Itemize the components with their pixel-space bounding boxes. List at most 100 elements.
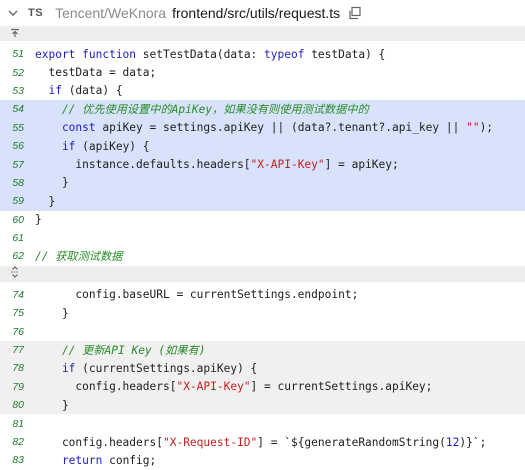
code-token: apiKey = settings.apiKey || (data?.tenan…: [95, 121, 467, 135]
code-token: "X-API-Key": [250, 158, 325, 172]
code-text: }: [35, 307, 69, 320]
code-text: const apiKey = settings.apiKey || (data?…: [35, 121, 493, 134]
code-text: if (apiKey) {: [35, 140, 150, 153]
code-token: testData) {: [304, 47, 386, 61]
code-text: config.headers["X-API-Key"] = currentSet…: [35, 380, 432, 393]
code-token: testData = data;: [35, 66, 157, 80]
code-token: (apiKey) {: [75, 139, 150, 153]
expand-up-icon: [10, 25, 20, 43]
code-token: "X-API-Key": [176, 380, 251, 394]
line-number[interactable]: 58: [0, 177, 35, 189]
code-token: // 优先使用设置中的ApiKey，如果没有则使用测试数据中的: [35, 103, 369, 117]
code-text: if (currentSettings.apiKey) {: [35, 362, 257, 375]
code-token: // 获取测试数据: [35, 250, 123, 264]
code-token: instance.defaults.headers[: [35, 158, 251, 172]
code-text: }: [35, 213, 42, 226]
code-token: (currentSettings.apiKey) {: [75, 361, 258, 375]
code-line: 75 }: [0, 304, 525, 322]
code-line: 56 if (apiKey) {: [0, 136, 525, 156]
code-text: instance.defaults.headers["X-API-Key"] =…: [35, 158, 398, 172]
code-line: 61: [0, 229, 525, 247]
line-number[interactable]: 78: [0, 362, 35, 374]
code-token: (data) {: [61, 84, 123, 98]
code-line: 77 // 更新API Key (如果有): [0, 340, 525, 360]
code-text: // 优先使用设置中的ApiKey，如果没有则使用测试数据中的: [35, 101, 369, 117]
copy-icon[interactable]: [348, 6, 362, 20]
line-number[interactable]: 53: [0, 85, 35, 97]
code-text: export function setTestData(data: typeof…: [35, 48, 385, 61]
line-number[interactable]: 83: [0, 454, 35, 466]
line-number[interactable]: 51: [0, 48, 35, 60]
code-token: // 更新API Key (如果有): [35, 344, 206, 358]
collapse-chevron-icon[interactable]: [7, 7, 19, 19]
line-number[interactable]: 80: [0, 399, 35, 411]
code-line: 74 config.baseURL = currentSettings.endp…: [0, 286, 525, 304]
line-number[interactable]: 61: [0, 232, 35, 244]
repo-name[interactable]: Tencent/WeKnora: [55, 5, 166, 21]
expand-both-icon: [10, 265, 20, 283]
expand-hidden-lines-button[interactable]: [0, 265, 525, 283]
code-token: config.headers[: [35, 380, 177, 394]
code-token: }: [35, 398, 69, 412]
code-line: 51 export function setTestData(data: type…: [0, 45, 525, 63]
code-line: 76: [0, 322, 525, 340]
line-number[interactable]: 77: [0, 344, 35, 356]
code-token: ] = currentSettings.apiKey;: [250, 380, 433, 394]
code-line: 53 if (data) {: [0, 82, 525, 100]
line-number[interactable]: 56: [0, 140, 35, 152]
code-line: 57 instance.defaults.headers["X-API-Key"…: [0, 155, 525, 174]
code-line: 82 config.headers["X-Request-ID"] = `${g…: [0, 433, 525, 451]
code-token: }: [35, 306, 69, 320]
code-token: ] = `${generateRandomString(: [257, 435, 446, 449]
code-token: if: [35, 361, 76, 375]
code-token: }: [35, 176, 69, 190]
code-block-1: 51 export function setTestData(data: type…: [0, 45, 525, 266]
code-token: config.headers[: [35, 435, 163, 449]
code-token: if: [35, 84, 62, 98]
line-number[interactable]: 76: [0, 326, 35, 338]
code-token: "": [466, 121, 480, 135]
code-text: }: [35, 176, 69, 189]
line-number[interactable]: 57: [0, 159, 35, 171]
language-badge: TS: [28, 7, 44, 19]
line-number[interactable]: 55: [0, 122, 35, 134]
code-token: }: [35, 194, 56, 208]
line-number[interactable]: 52: [0, 67, 35, 79]
code-line: 59 }: [0, 192, 525, 211]
code-text: // 获取测试数据: [35, 248, 122, 264]
line-number[interactable]: 75: [0, 307, 35, 319]
line-number[interactable]: 59: [0, 195, 35, 207]
line-number[interactable]: 81: [0, 418, 35, 430]
code-line: 52 testData = data;: [0, 63, 525, 81]
code-block-2: 74 config.baseURL = currentSettings.endp…: [0, 286, 525, 470]
code-line: 78 if (currentSettings.apiKey) {: [0, 359, 525, 378]
code-text: config.baseURL = currentSettings.endpoin…: [35, 288, 358, 301]
code-token: );: [479, 121, 494, 135]
line-number[interactable]: 60: [0, 214, 35, 226]
code-line: 54 // 优先使用设置中的ApiKey，如果没有则使用测试数据中的: [0, 100, 525, 119]
code-text: config.headers["X-Request-ID"] = `${gene…: [35, 436, 486, 449]
code-token: export function: [35, 47, 143, 61]
code-text: if (data) {: [35, 84, 123, 98]
code-token: }: [35, 213, 42, 227]
code-line: 79 config.headers["X-API-Key"] = current…: [0, 377, 525, 397]
code-line: 80 }: [0, 396, 525, 415]
code-token: config.baseURL = currentSettings.endpoin…: [35, 288, 359, 302]
expand-up-button[interactable]: [0, 26, 525, 41]
line-number[interactable]: 79: [0, 381, 35, 393]
code-text: }: [35, 195, 55, 208]
line-number[interactable]: 54: [0, 103, 35, 115]
code-token: "X-Request-ID": [162, 435, 258, 449]
line-number[interactable]: 82: [0, 436, 35, 448]
code-text: }: [35, 399, 69, 412]
code-token: return: [35, 453, 103, 467]
code-token: )}`;: [459, 435, 487, 449]
file-path[interactable]: frontend/src/utils/request.ts: [172, 5, 340, 21]
code-token: if: [35, 139, 76, 153]
line-number[interactable]: 62: [0, 250, 35, 262]
line-number[interactable]: 74: [0, 289, 35, 301]
file-header: TS Tencent/WeKnora frontend/src/utils/re…: [0, 0, 525, 26]
code-text: return config;: [35, 454, 156, 467]
code-line: 55 const apiKey = settings.apiKey || (da…: [0, 118, 525, 137]
code-token: setTestData(data:: [142, 47, 265, 61]
